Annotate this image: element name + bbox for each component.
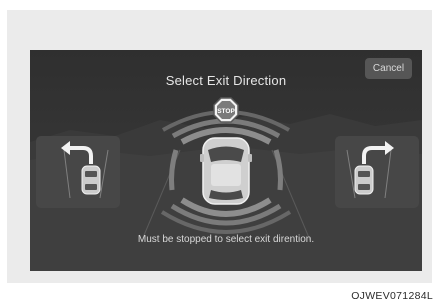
turn-left-arrow-icon xyxy=(61,141,109,199)
car-icon xyxy=(200,137,252,205)
stop-sign-text: STOP xyxy=(217,108,235,115)
page: STOP Select Exit Direction Cancel Must b… xyxy=(0,0,439,307)
screen-title: Select Exit Direction xyxy=(165,73,287,88)
cancel-button[interactable]: Cancel xyxy=(365,58,412,79)
status-message: Must be stopped to select exit dirention… xyxy=(137,234,315,245)
parking-assist-screen: STOP Select Exit Direction Cancel Must b… xyxy=(30,50,422,271)
turn-right-arrow-icon xyxy=(346,141,394,199)
stop-sign-icon: STOP xyxy=(213,97,239,123)
figure-code: OJWEV071284L xyxy=(351,290,433,302)
exit-left-option[interactable] xyxy=(36,136,120,208)
exit-right-option[interactable] xyxy=(335,136,419,208)
